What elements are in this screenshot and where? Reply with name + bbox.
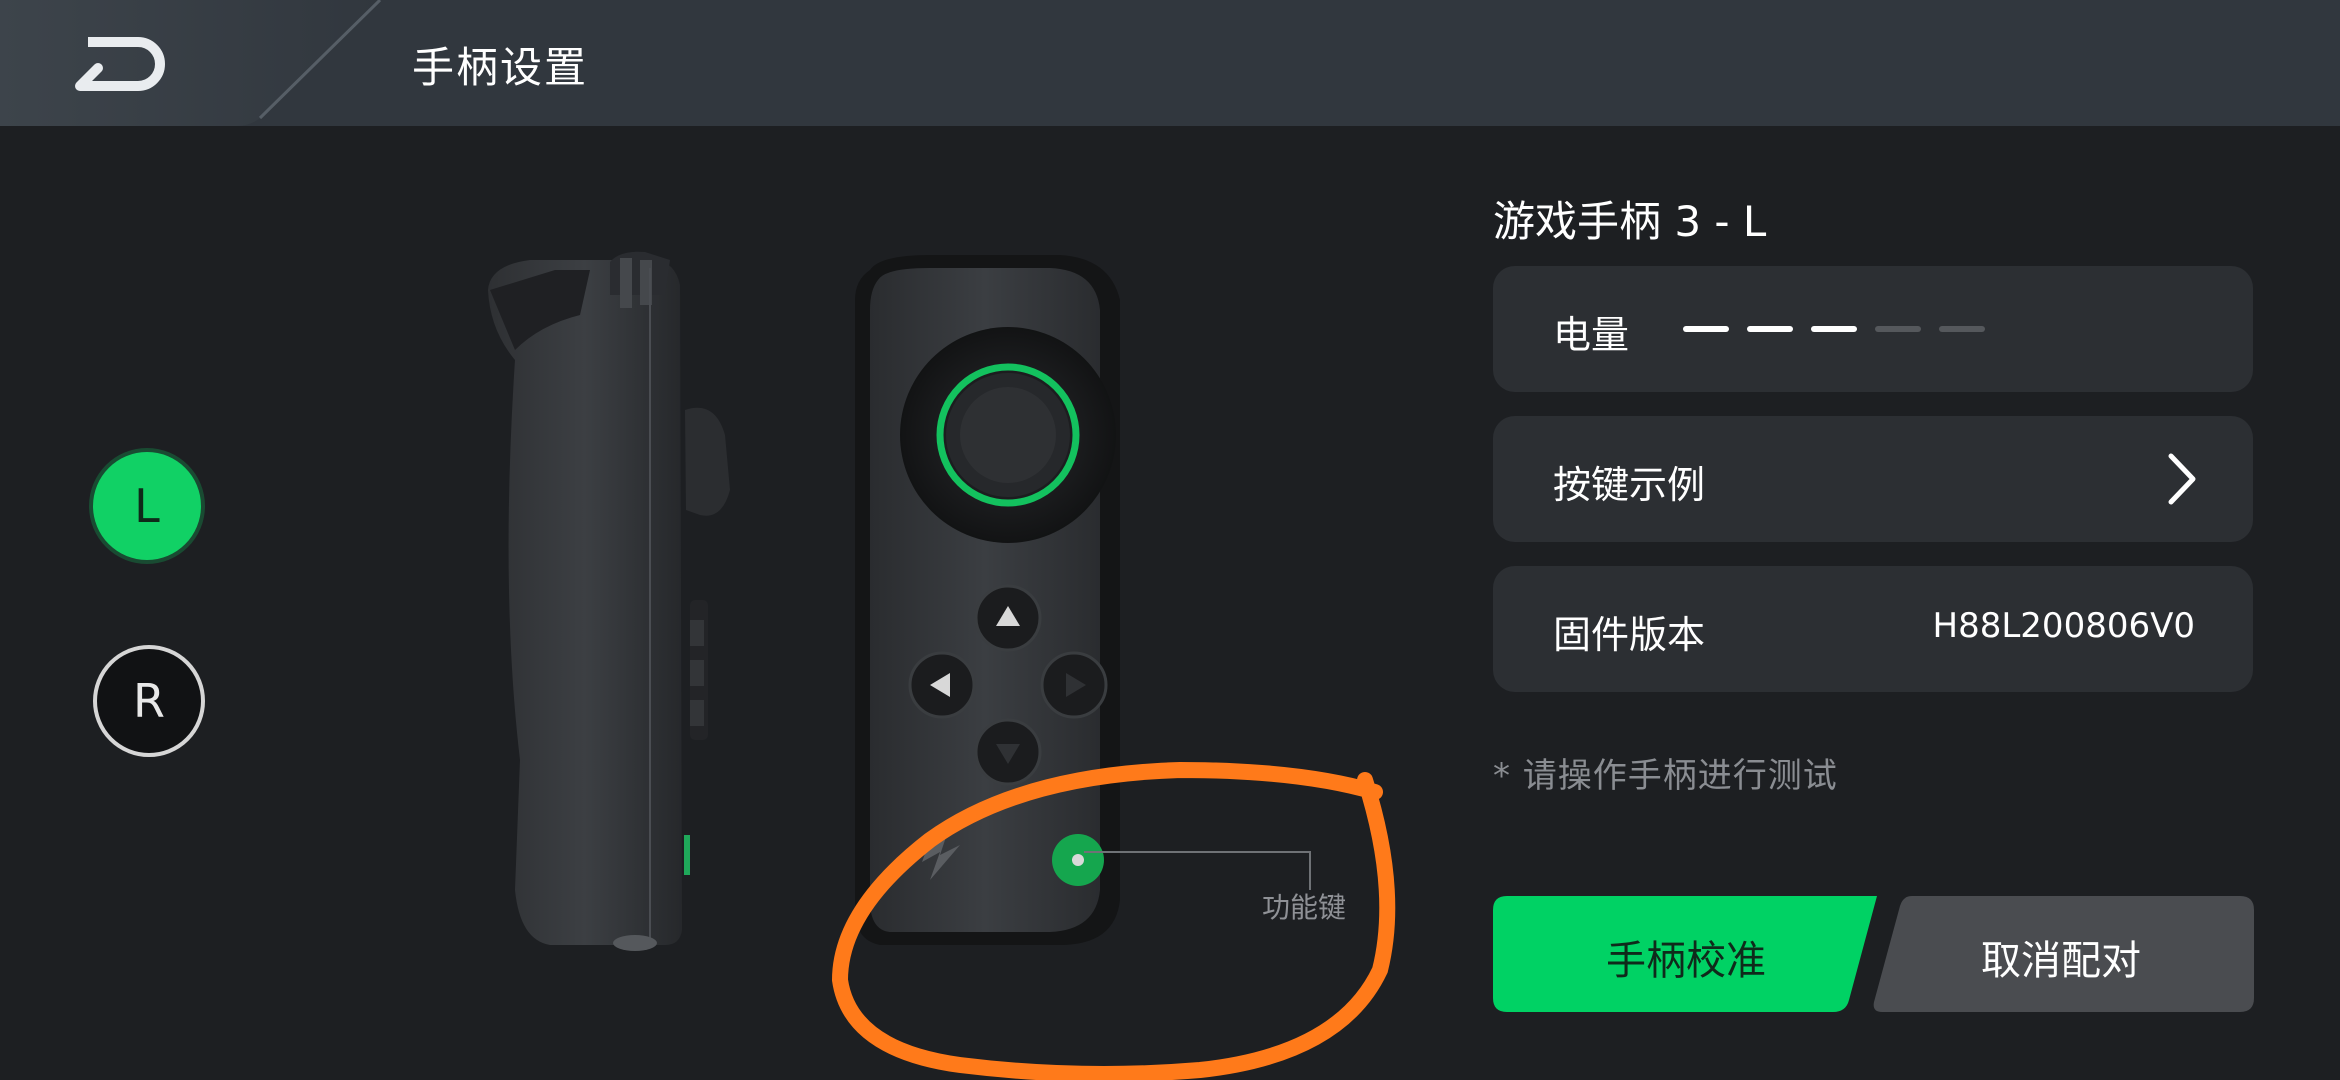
calibrate-button[interactable]: 手柄校准	[1493, 896, 1879, 1012]
test-hint: * 请操作手柄进行测试	[1493, 756, 1838, 796]
firmware-card: 固件版本 H88L200806V0	[1493, 566, 2253, 692]
battery-label: 电量	[1553, 313, 1630, 357]
controller-side-view	[488, 251, 730, 951]
back-arrow-icon[interactable]	[60, 22, 180, 104]
battery-segment	[1875, 326, 1921, 332]
battery-segment	[1747, 326, 1793, 332]
chevron-right-icon	[2168, 453, 2196, 505]
controller-front-view	[855, 255, 1311, 945]
device-name: 游戏手柄 3 - L	[1493, 197, 1767, 246]
key-example-label: 按键示例	[1553, 463, 1706, 507]
firmware-label: 固件版本	[1553, 613, 1706, 657]
calibrate-label: 手柄校准	[1606, 938, 1766, 984]
battery-card: 电量	[1493, 266, 2253, 392]
tab-left-controller[interactable]: L	[93, 452, 201, 560]
key-example-card[interactable]: 按键示例	[1493, 416, 2253, 542]
battery-indicator	[1683, 326, 1985, 332]
unpair-label: 取消配对	[1981, 938, 2141, 984]
controller-illustration	[488, 251, 1311, 951]
firmware-version: H88L200806V0	[1932, 606, 2195, 646]
top-bar: 手柄设置	[0, 0, 2340, 126]
battery-segment	[1939, 326, 1985, 332]
battery-segment	[1811, 326, 1857, 332]
page-title: 手柄设置	[412, 43, 589, 92]
battery-segment	[1683, 326, 1729, 332]
unpair-button[interactable]: 取消配对	[1868, 896, 2254, 1012]
tab-right-controller[interactable]: R	[93, 645, 205, 757]
function-key-label: 功能键	[1262, 891, 1347, 924]
